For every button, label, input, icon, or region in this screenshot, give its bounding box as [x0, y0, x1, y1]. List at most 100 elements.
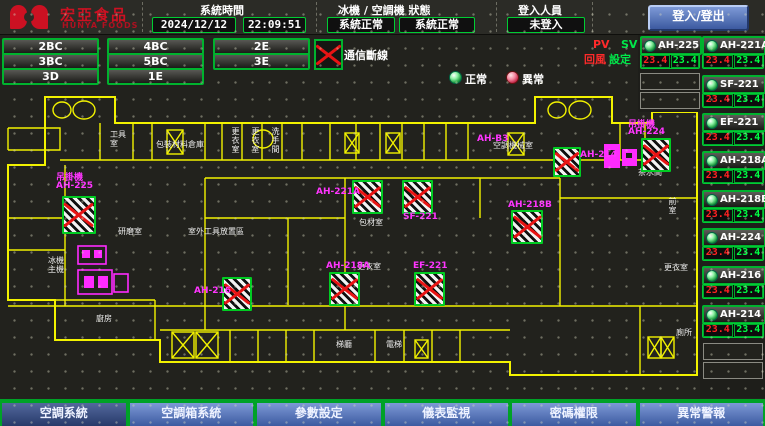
sv-value: 23.4 [671, 55, 700, 68]
login-user-label: 登入人員 [518, 2, 562, 18]
ahu-unit-icon-sf221[interactable] [402, 180, 433, 214]
normal-label: 正常 [465, 71, 487, 87]
floor-button-1e[interactable]: 1E [107, 68, 204, 85]
ahu-values: 23.423.4 [702, 323, 764, 338]
ahu-values: 23.423.4 [702, 208, 764, 223]
chiller-ahu-status-label: 冰機 / 空調機 狀態 [338, 2, 431, 18]
floor-button-3e[interactable]: 3E [213, 53, 310, 70]
room-label: 更衣室 [664, 263, 688, 272]
ahu-name: EF-221 [720, 117, 758, 128]
ahu-button-ah218a[interactable]: AH-218A [702, 151, 765, 170]
header-divider [496, 2, 497, 32]
unit-label: AH-214 [580, 150, 617, 160]
nav-button-meter-monitoring[interactable]: 儀表監視 [383, 401, 511, 426]
pv-header-label: PV [593, 38, 610, 51]
sv-value: 23.4 [734, 94, 764, 107]
unit-label: AH-224 [628, 127, 665, 137]
ahu-values: 23.423.4 [702, 131, 764, 146]
ahu-values: 23.423.4 [702, 284, 764, 299]
nav-button-password-permissions[interactable]: 密碼權限 [510, 401, 638, 426]
sv-value: 23.4 [734, 55, 764, 68]
room-label: 電梯 [386, 340, 402, 349]
unit-label: AH-216 [194, 286, 231, 296]
ahu-button-sf221[interactable]: SF-221 [702, 75, 765, 94]
unit-label: SF-221 [403, 212, 438, 222]
ahu-button-ah221a[interactable]: AH-221A [702, 36, 765, 55]
header-bar: 宏亞食品 HUNYA FOODS 系統時間 2024/12/12 22:09:5… [0, 0, 765, 35]
empty-panel [703, 362, 763, 379]
footer-nav: 空調系統 空調箱系統 參數設定 儀表監視 密碼權限 異常警報 [0, 399, 765, 426]
ahu-values: 23.423.4 [702, 246, 764, 261]
ahu-unit-icon-ah221a[interactable] [352, 180, 383, 214]
ahu-unit-icon-ah224[interactable] [641, 138, 671, 172]
pv-value: 23.4 [703, 247, 733, 260]
ahu-name: AH-216 [720, 270, 761, 281]
ahu-button-ef221[interactable]: EF-221 [702, 113, 765, 132]
room-label: 更衣室 [251, 127, 260, 154]
hmi-screen: 宏亞食品 HUNYA FOODS 系統時間 2024/12/12 22:09:5… [0, 0, 765, 426]
status-led-icon [706, 194, 718, 206]
ahu-name: AH-218B [720, 194, 765, 205]
ahu-unit-icon-ah225[interactable] [62, 196, 96, 234]
return-air-label: 回風 [584, 51, 606, 67]
ahu-values: 23.423.4 [702, 54, 764, 69]
pv-value: 23.4 [703, 132, 733, 145]
empty-panel [703, 343, 763, 360]
ahu-values: 23.423.4 [702, 169, 764, 184]
ahu-button-ah216[interactable]: AH-216 [702, 266, 765, 285]
ahu-name: AH-221A [720, 40, 765, 51]
ahu-values: 23.423.4 [702, 93, 764, 108]
pv-value: 23.4 [641, 55, 670, 68]
pv-value: 23.4 [703, 94, 733, 107]
ahu-name: AH-218A [720, 155, 765, 166]
nav-button-ac-system[interactable]: 空調系統 [0, 401, 128, 426]
room-label: 研磨室 [118, 227, 142, 236]
unit-label: AH-B3 [477, 134, 508, 144]
nav-button-ahu-system[interactable]: 空調箱系統 [128, 401, 256, 426]
empty-panel [640, 73, 700, 90]
login-state-value: 未登入 [507, 17, 585, 33]
logo-text-en: HUNYA FOODS [62, 21, 138, 30]
sv-header-label: SV [621, 38, 637, 51]
status-led-icon [706, 270, 718, 282]
pv-value: 23.4 [703, 55, 733, 68]
ahu-name: AH-225 [658, 40, 699, 51]
comm-loss-icon [314, 39, 343, 70]
nav-button-abnormal-alarm[interactable]: 異常警報 [638, 401, 765, 426]
sv-value: 23.4 [734, 170, 764, 183]
ahu-button-ah225[interactable]: AH-225 [640, 36, 702, 55]
login-logout-button[interactable]: 登入/登出 [648, 5, 749, 31]
system-time-label: 系統時間 [200, 2, 244, 18]
pv-value: 23.4 [703, 324, 733, 337]
ahu-button-ah224[interactable]: AH-224 [702, 228, 765, 247]
status-led-icon [706, 309, 718, 321]
ahu-button-ah218b[interactable]: AH-218B [702, 190, 765, 209]
ahu-button-ah214[interactable]: AH-214 [702, 305, 765, 324]
pv-value: 23.4 [703, 170, 733, 183]
floor-button-3d[interactable]: 3D [2, 68, 99, 85]
pv-value: 23.4 [703, 209, 733, 222]
room-label: 更衣室 [231, 127, 240, 154]
nav-button-parameter-settings[interactable]: 參數設定 [255, 401, 383, 426]
system-date-value: 2024/12/12 [152, 17, 236, 33]
status-led-icon [644, 40, 656, 52]
abnormal-label: 異常 [522, 71, 544, 87]
sv-value: 23.4 [734, 209, 764, 222]
room-label: 廚房 [96, 314, 112, 323]
chiller-status-value: 系統正常 [327, 17, 395, 33]
normal-led-icon [449, 71, 462, 84]
sv-value: 23.4 [734, 247, 764, 260]
ahu-name: AH-224 [720, 232, 761, 243]
room-label: 梯廳 [336, 340, 352, 349]
ahu-unit-icon-ah218b[interactable] [511, 210, 543, 244]
status-led-icon [706, 155, 718, 167]
ahu-unit-icon-ah214[interactable] [553, 147, 581, 177]
header-divider [592, 2, 593, 32]
status-led-icon [706, 40, 718, 52]
ahu-unit-icon-ef221[interactable] [414, 272, 445, 306]
room-label: 包材室 [359, 218, 383, 227]
unit-label: EF-221 [413, 261, 448, 271]
setpoint-label: 設定 [609, 51, 631, 67]
ahu-unit-icon-ah218a[interactable] [329, 272, 360, 306]
pv-value: 23.4 [703, 285, 733, 298]
